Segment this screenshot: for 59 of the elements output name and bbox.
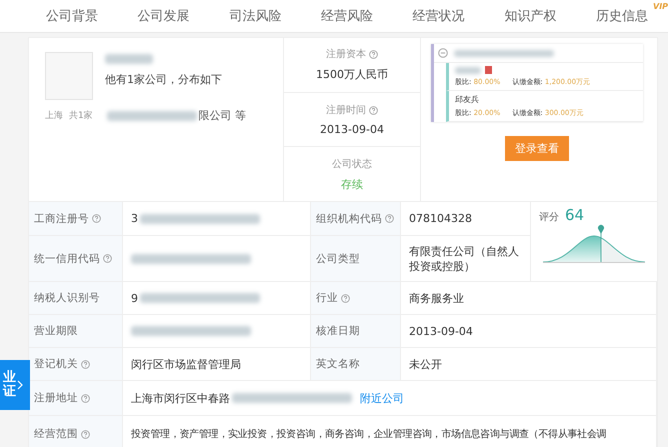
field-value: 2013-09-04	[409, 324, 473, 338]
field-label: 登记机关	[34, 357, 78, 371]
field-value: 未公开	[409, 356, 442, 372]
section-tab[interactable]: 知识产权	[484, 0, 576, 32]
help-icon[interactable]	[81, 394, 90, 402]
fact-label: 注册资本	[326, 48, 366, 62]
field-label: 营业期限	[34, 324, 78, 338]
help-icon[interactable]	[81, 360, 90, 368]
field-label: 工商注册号	[34, 212, 89, 226]
field-value: 有限责任公司（自然人投资或控股）	[409, 244, 520, 274]
redacted-name	[105, 54, 153, 64]
score-value: 64	[565, 206, 584, 224]
field-label: 行业	[316, 291, 338, 305]
region-label: 上海	[45, 110, 63, 122]
company-name: 限公司 等	[198, 108, 246, 123]
chevron-right-icon	[17, 380, 23, 390]
fact-value: 2013-09-04	[320, 123, 384, 136]
shareholder-name: 邱友兵	[455, 94, 479, 105]
section-tab[interactable]: 经营风险	[301, 0, 393, 32]
help-icon[interactable]	[369, 50, 378, 59]
section-tab[interactable]: 公司背景	[26, 0, 118, 32]
company-count: 共1家	[69, 110, 93, 122]
help-icon[interactable]	[103, 254, 112, 263]
help-icon[interactable]	[92, 214, 101, 223]
fact-label: 注册时间	[326, 104, 366, 117]
nearby-companies-link[interactable]: 附近公司	[360, 390, 404, 406]
fact-label: 公司状态	[332, 158, 372, 171]
help-icon[interactable]	[81, 430, 90, 438]
score-label: 评分	[539, 211, 559, 224]
section-tab[interactable]: 司法风险	[209, 0, 302, 32]
field-value: 9	[131, 292, 138, 304]
help-icon[interactable]	[369, 106, 378, 114]
field-value: 078104328	[409, 212, 472, 225]
field-value: 商务服务业	[409, 290, 464, 306]
section-tab[interactable]: 历史信息 VIP	[576, 0, 668, 32]
fact-value: 存续	[341, 176, 363, 192]
section-tab[interactable]: 经营状况	[392, 0, 485, 32]
section-tab[interactable]: 公司发展	[118, 0, 210, 32]
field-label: 经营范围	[34, 427, 78, 441]
field-value: 3	[131, 212, 138, 225]
field-label: 英文名称	[316, 357, 360, 371]
avatar-placeholder	[45, 52, 93, 100]
collapse-icon[interactable]	[438, 48, 448, 58]
side-tab[interactable]: 业证	[0, 360, 30, 410]
company-count-note: 他有1家公司，分布如下	[105, 72, 223, 87]
field-label: 纳税人识别号	[34, 291, 100, 305]
vip-label: VIP	[653, 2, 668, 11]
help-icon[interactable]	[341, 294, 350, 302]
field-label: 公司类型	[316, 252, 360, 266]
field-value: 上海市闵行区中春路	[131, 390, 230, 406]
field-value: 投资管理，资产管理，实业投资，投资咨询，商务咨询，企业管理咨询，市场信息咨询与调查（不得从事社会调	[131, 428, 606, 441]
field-label: 统一信用代码	[34, 252, 100, 266]
field-label: 核准日期	[316, 324, 360, 338]
redacted-name	[455, 66, 481, 74]
fact-value: 1500万人民币	[316, 67, 388, 82]
field-value: 闵行区市场监督管理局	[131, 356, 241, 372]
field-label: 组织机构代码	[316, 212, 382, 226]
help-icon[interactable]	[385, 214, 394, 223]
field-label: 注册地址	[34, 391, 78, 405]
